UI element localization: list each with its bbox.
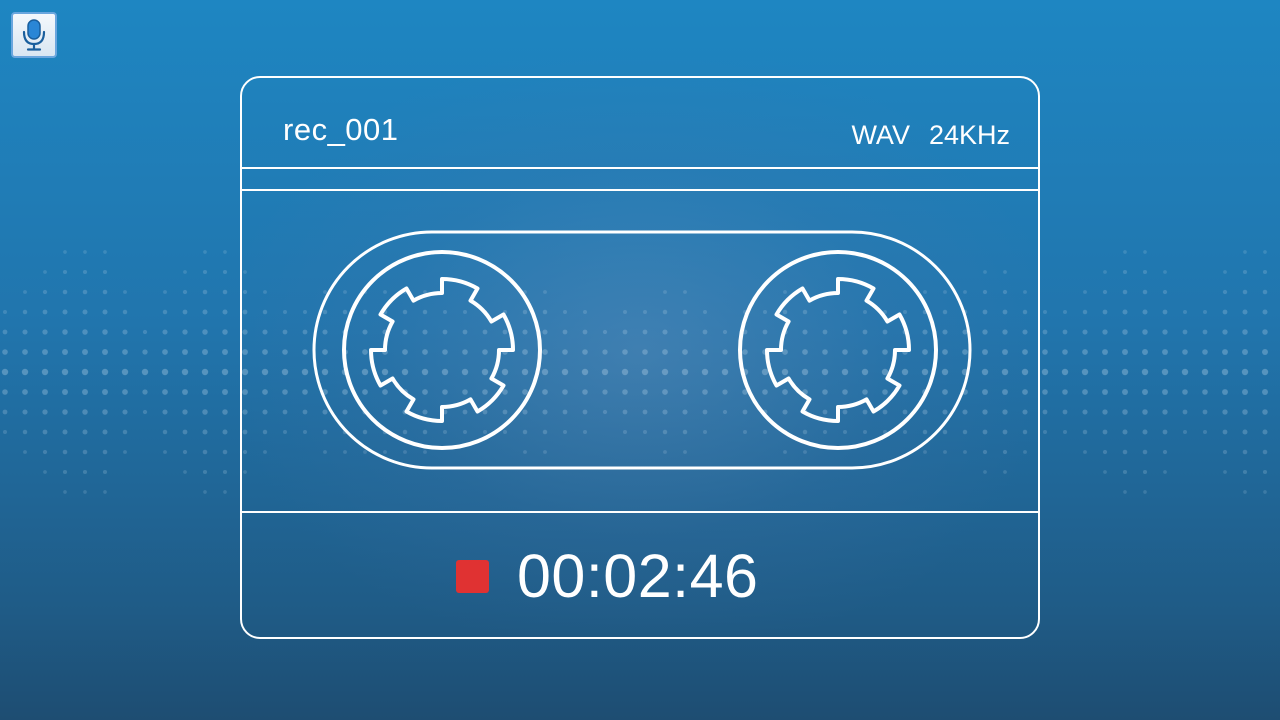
- reel-hub: [368, 276, 516, 424]
- cassette-panel: rec_001 WAV 24KHz 00:02:46: [240, 76, 1040, 639]
- recording-timer: 00:02:46: [517, 542, 759, 610]
- microphone-icon: [22, 19, 46, 51]
- stop-button[interactable]: [456, 560, 489, 593]
- reel-hub: [764, 276, 912, 424]
- microphone-button[interactable]: [11, 12, 57, 58]
- tape-window-outline: [312, 230, 972, 470]
- tape-reel-left-icon: [342, 250, 542, 450]
- tape-reel-right-icon: [738, 250, 938, 450]
